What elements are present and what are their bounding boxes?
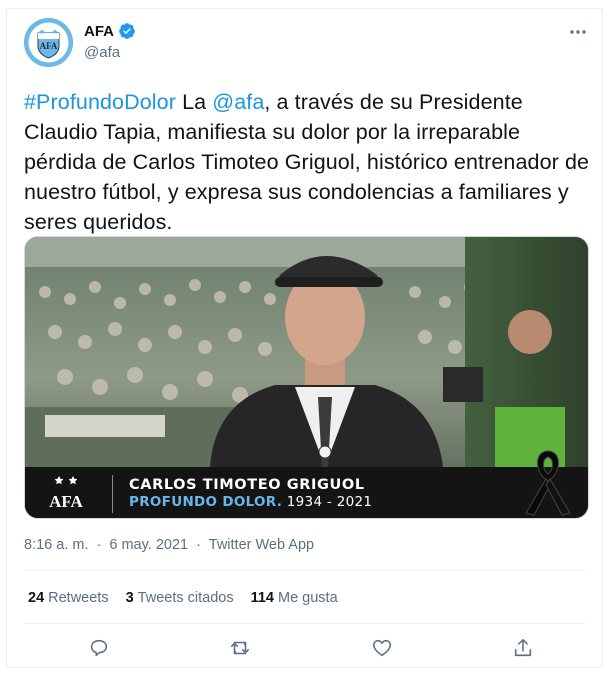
afa-logo-icon: AFA — [49, 476, 84, 511]
retweets-count: 24 — [28, 590, 45, 606]
tweet-author: AFA @afa — [84, 22, 136, 61]
share-icon — [514, 638, 532, 657]
quotes-count: 3 — [125, 590, 134, 606]
memorial-banner: AFA CARLOS TIMOTEO GRIGUOL PROFUNDO DOLO… — [25, 467, 588, 518]
retweets-stat[interactable]: 24 Retweets — [28, 590, 109, 606]
banner-years: 1934 - 2021 — [282, 494, 373, 510]
likes-count: 114 — [250, 590, 274, 606]
avatar[interactable]: AFA — [24, 18, 73, 67]
mourning-ribbon-icon — [525, 450, 571, 516]
tweet-date[interactable]: 6 may. 2021 — [109, 537, 188, 553]
likes-label: Me gusta — [278, 590, 338, 606]
quotes-label: Tweets citados — [137, 590, 234, 606]
verified-badge-icon — [119, 23, 135, 39]
reply-button[interactable] — [86, 635, 112, 661]
tweet-text-part: La — [176, 90, 213, 114]
banner-subtitle: PROFUNDO DOLOR. 1934 - 2021 — [129, 494, 372, 510]
meta-separator: · — [196, 537, 201, 553]
svg-text:AFA: AFA — [40, 41, 58, 51]
afa-crest-icon: AFA — [24, 18, 73, 67]
tweet-media-image[interactable]: AFA CARLOS TIMOTEO GRIGUOL PROFUNDO DOLO… — [24, 236, 589, 519]
meta-separator: · — [96, 537, 102, 553]
banner-name: CARLOS TIMOTEO GRIGUOL — [129, 477, 365, 493]
retweet-button[interactable] — [227, 635, 253, 661]
banner-divider — [112, 475, 113, 513]
share-button[interactable] — [510, 635, 536, 661]
quotes-stat[interactable]: 3 Tweets citados — [126, 590, 234, 606]
author-display-name[interactable]: AFA — [84, 23, 114, 40]
heart-icon — [372, 639, 392, 657]
hashtag-link[interactable]: #ProfundoDolor — [24, 90, 176, 114]
more-options-icon[interactable] — [568, 25, 588, 39]
tweet-text: #ProfundoDolor La @afa, a través de su P… — [24, 87, 594, 237]
reply-icon — [90, 639, 108, 657]
retweet-icon — [230, 641, 250, 655]
divider — [24, 623, 585, 624]
divider — [24, 570, 585, 571]
banner-logo-text: AFA — [49, 492, 83, 511]
tweet-time[interactable]: 8:16 a. m. — [24, 537, 88, 553]
tweet-metadata: 8:16 a. m. · 6 may. 2021 · Twitter Web A… — [24, 537, 318, 553]
tweet-source[interactable]: Twitter Web App — [209, 537, 314, 553]
banner-highlight: PROFUNDO DOLOR. — [129, 494, 283, 510]
retweets-label: Retweets — [48, 590, 109, 606]
tweet-stats: 24 Retweets 3 Tweets citados 114 Me gust… — [28, 590, 338, 606]
like-button[interactable] — [369, 635, 395, 661]
mention-link[interactable]: @afa — [212, 90, 264, 114]
author-handle[interactable]: @afa — [84, 44, 136, 61]
tweet-card: AFA AFA @afa #ProfundoDolor La @afa, a t… — [6, 8, 603, 668]
tweet-actions — [24, 633, 585, 665]
likes-stat[interactable]: 114 Me gusta — [251, 590, 338, 606]
